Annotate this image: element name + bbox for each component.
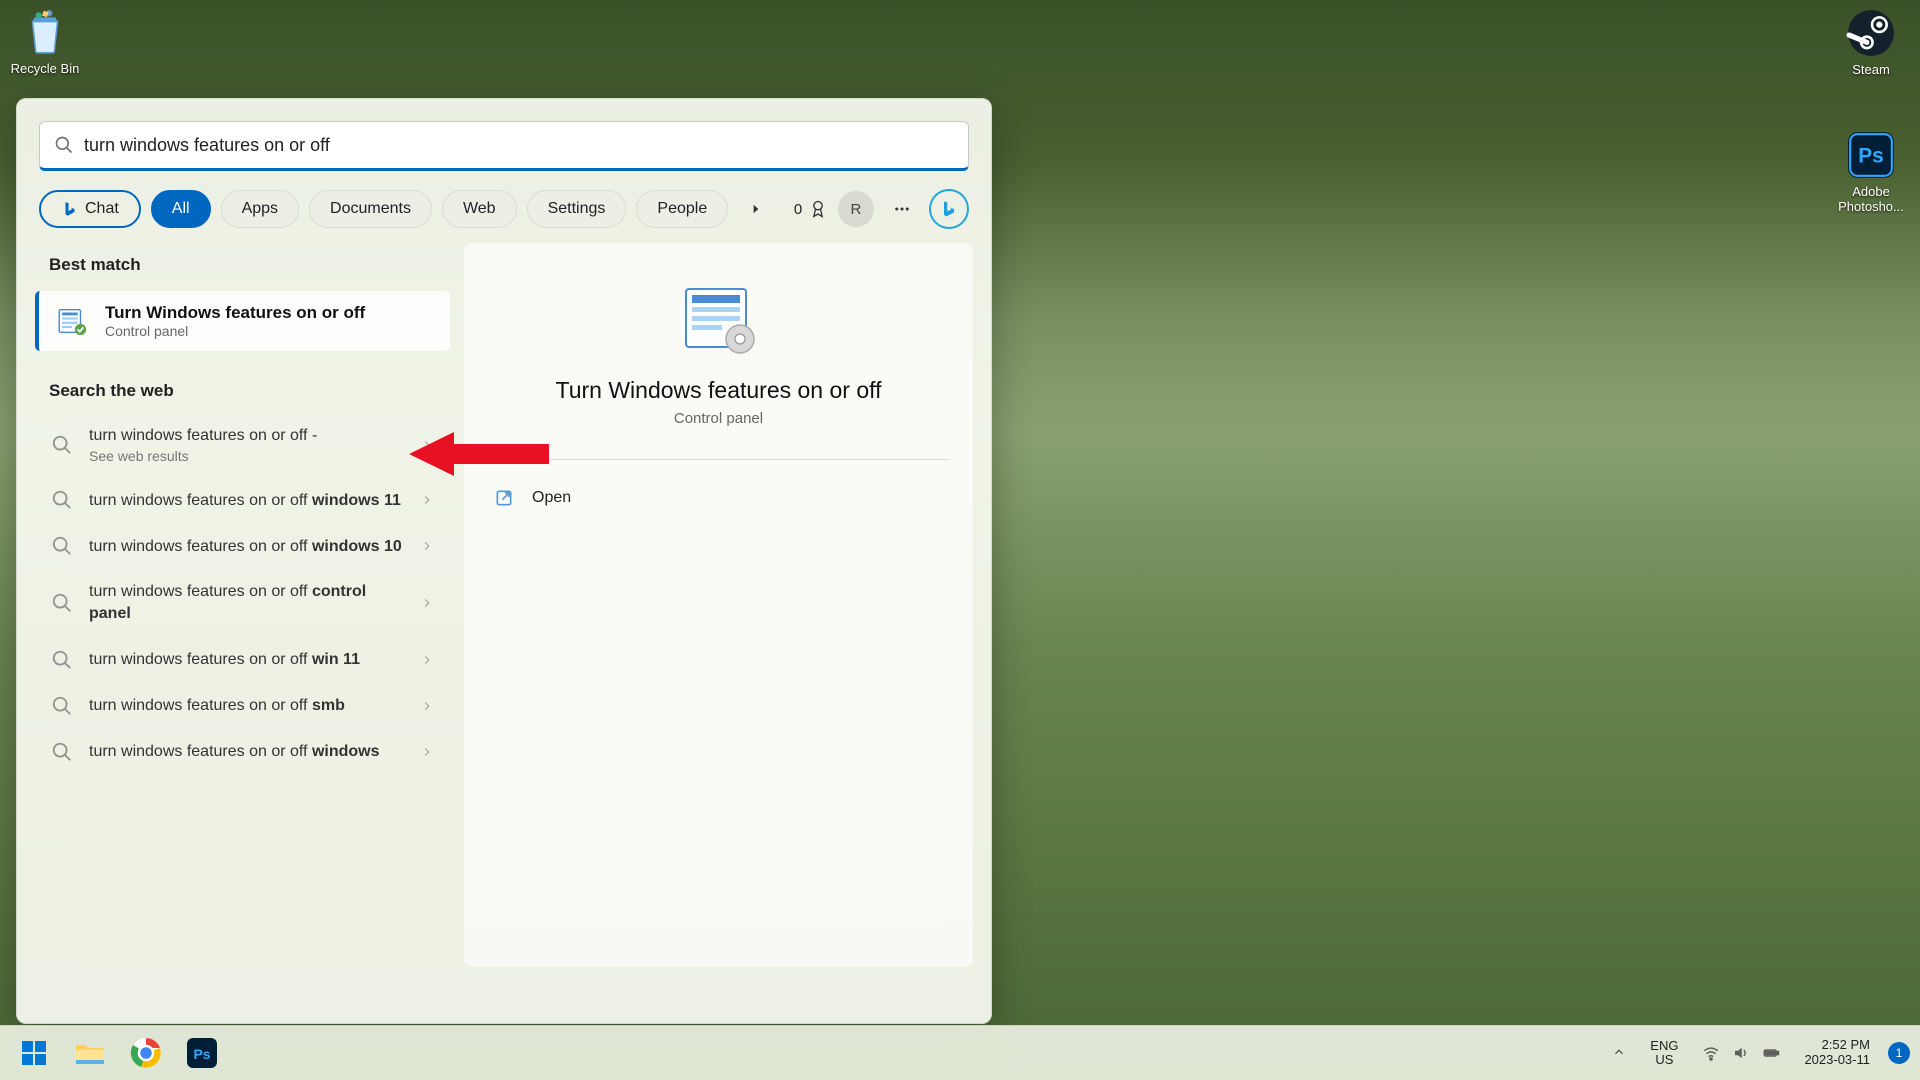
notifications-badge[interactable]: 1: [1888, 1042, 1910, 1064]
steam-icon: [1846, 8, 1896, 58]
volume-icon: [1732, 1044, 1750, 1062]
filter-all[interactable]: All: [151, 190, 211, 228]
start-button[interactable]: [10, 1031, 58, 1075]
search-icon: [51, 741, 73, 763]
file-explorer-icon: [73, 1036, 107, 1070]
control-panel-icon: [55, 304, 89, 338]
more-options[interactable]: [884, 191, 920, 227]
filter-apps[interactable]: Apps: [221, 190, 299, 228]
results-left-column: Best match Turn Windows features on or o…: [35, 243, 450, 967]
system-tray[interactable]: [1692, 1044, 1790, 1062]
steam-label: Steam: [1826, 62, 1916, 77]
battery-icon: [1762, 1044, 1780, 1062]
web-result-text: turn windows features on or off smb: [89, 695, 404, 717]
bing-logo-icon: [939, 199, 959, 219]
language-indicator[interactable]: ENG US: [1640, 1039, 1688, 1068]
filter-chat[interactable]: Chat: [39, 190, 141, 228]
chevron-right-icon: [420, 745, 434, 759]
web-result[interactable]: turn windows features on or off windows …: [35, 477, 450, 523]
best-match-title: Turn Windows features on or off: [105, 303, 365, 323]
tray-overflow[interactable]: [1602, 1045, 1636, 1062]
wifi-icon: [1702, 1044, 1720, 1062]
web-result[interactable]: turn windows features on or off win 11: [35, 637, 450, 683]
rewards-icon: [808, 199, 828, 219]
chevron-right-icon: [420, 596, 434, 610]
preview-subtitle: Control panel: [674, 410, 763, 427]
windows-logo-icon: [20, 1039, 48, 1067]
preview-open-label: Open: [532, 489, 571, 507]
chevron-right-icon: [420, 699, 434, 713]
search-icon: [51, 592, 73, 614]
lang-secondary: US: [1650, 1053, 1678, 1067]
user-avatar[interactable]: R: [838, 191, 874, 227]
web-result[interactable]: turn windows features on or off smb: [35, 683, 450, 729]
search-icon: [51, 489, 73, 511]
rewards-badge[interactable]: 0: [794, 199, 828, 219]
best-match-subtitle: Control panel: [105, 323, 365, 339]
photoshop-shortcut[interactable]: Ps Adobe Photosho...: [1826, 130, 1916, 214]
web-result-text: turn windows features on or off windows …: [89, 490, 404, 512]
result-preview-pane: Turn Windows features on or off Control …: [464, 243, 973, 967]
filter-chat-label: Chat: [85, 200, 119, 218]
bing-icon: [61, 200, 79, 218]
preview-open-action[interactable]: Open: [488, 480, 949, 516]
best-match-result[interactable]: Turn Windows features on or off Control …: [35, 291, 450, 351]
steam-shortcut[interactable]: Steam: [1826, 8, 1916, 77]
search-web-header: Search the web: [35, 369, 450, 413]
taskbar-file-explorer[interactable]: [66, 1031, 114, 1075]
web-result-text: turn windows features on or off - See we…: [89, 425, 404, 465]
filter-settings[interactable]: Settings: [527, 190, 627, 228]
search-box[interactable]: [39, 121, 969, 171]
photoshop-taskbar-icon: Ps: [185, 1036, 219, 1070]
recycle-bin[interactable]: Recycle Bin: [0, 7, 90, 76]
start-search-panel: Chat All Apps Documents Web Settings Peo…: [16, 98, 992, 1024]
search-filter-row: Chat All Apps Documents Web Settings Peo…: [17, 181, 991, 243]
web-result[interactable]: turn windows features on or off windows …: [35, 523, 450, 569]
web-result-text: turn windows features on or off windows: [89, 741, 404, 763]
desktop: Recycle Bin Steam Ps Adobe Photosho... C…: [0, 0, 1920, 1080]
svg-text:Ps: Ps: [1858, 144, 1883, 167]
web-result-text: turn windows features on or off win 11: [89, 649, 404, 671]
preview-title: Turn Windows features on or off: [556, 377, 882, 404]
lang-primary: ENG: [1650, 1039, 1678, 1053]
web-result-text: turn windows features on or off windows …: [89, 536, 404, 558]
bing-button[interactable]: [929, 189, 969, 229]
chevron-right-icon: [420, 493, 434, 507]
web-result-text: turn windows features on or off control …: [89, 581, 404, 624]
search-icon: [51, 695, 73, 717]
chevron-up-icon: [1612, 1045, 1626, 1059]
taskbar-chrome[interactable]: [122, 1031, 170, 1075]
filter-web[interactable]: Web: [442, 190, 517, 228]
taskbar: Ps ENG US 2:52 PM 2023-03-11 1: [0, 1025, 1920, 1080]
photoshop-label: Adobe Photosho...: [1826, 184, 1916, 214]
filter-people[interactable]: People: [636, 190, 728, 228]
recycle-bin-label: Recycle Bin: [0, 61, 90, 76]
chevron-right-icon: [420, 438, 434, 452]
chrome-icon: [129, 1036, 163, 1070]
search-icon: [54, 135, 74, 155]
search-icon: [51, 649, 73, 671]
chevron-right-icon: [420, 653, 434, 667]
web-result[interactable]: turn windows features on or off windows: [35, 729, 450, 775]
search-icon: [51, 535, 73, 557]
open-icon: [494, 488, 514, 508]
rewards-count: 0: [794, 201, 802, 218]
chevron-right-icon: [420, 539, 434, 553]
best-match-header: Best match: [35, 243, 450, 287]
search-input[interactable]: [84, 135, 954, 156]
search-icon: [51, 434, 73, 456]
clock-date: 2023-03-11: [1804, 1053, 1870, 1068]
web-result[interactable]: turn windows features on or off - See we…: [35, 413, 450, 477]
web-result[interactable]: turn windows features on or off control …: [35, 569, 450, 636]
filter-more-scroll[interactable]: [738, 191, 774, 227]
svg-text:Ps: Ps: [193, 1046, 210, 1062]
taskbar-clock[interactable]: 2:52 PM 2023-03-11: [1794, 1038, 1880, 1068]
preview-app-icon: [678, 283, 760, 355]
clock-time: 2:52 PM: [1804, 1038, 1870, 1053]
filter-documents[interactable]: Documents: [309, 190, 432, 228]
recycle-bin-icon: [20, 7, 70, 57]
preview-divider: [488, 459, 949, 460]
photoshop-icon: Ps: [1846, 130, 1896, 180]
taskbar-photoshop[interactable]: Ps: [178, 1031, 226, 1075]
